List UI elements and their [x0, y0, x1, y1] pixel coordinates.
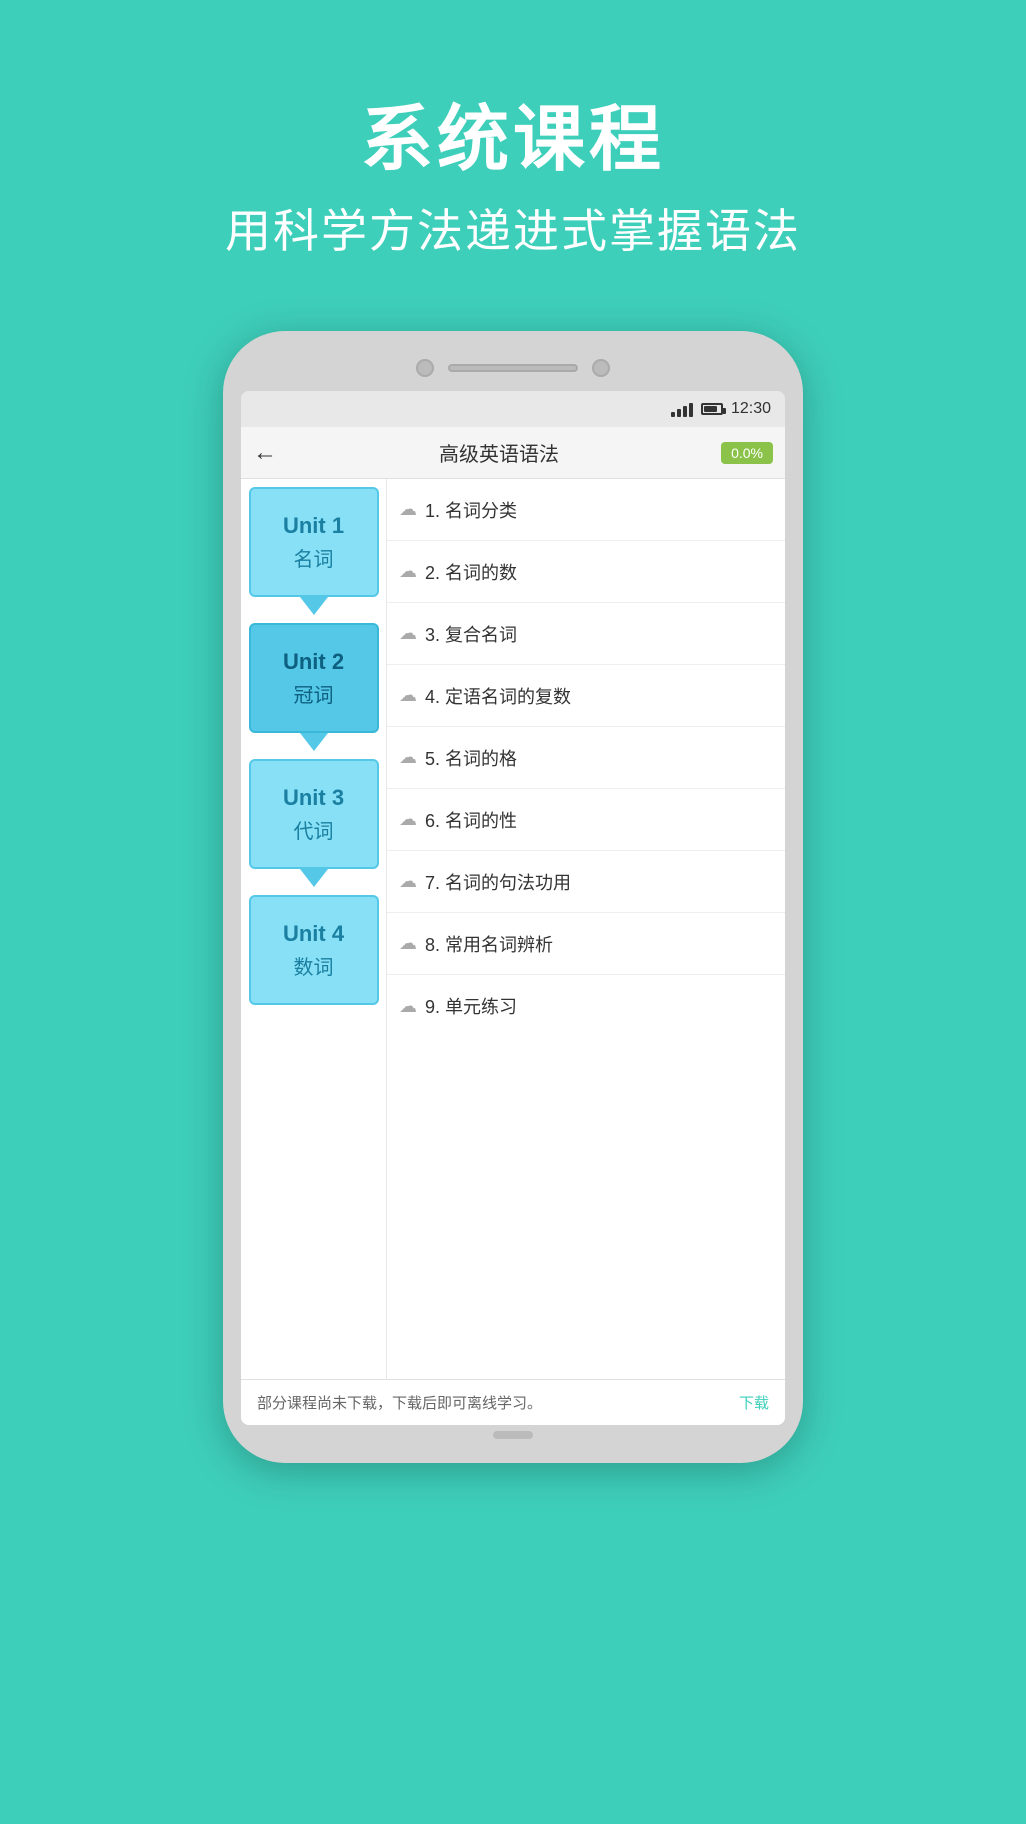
lesson-item-9[interactable]: ☁ 9. 单元练习 [387, 975, 785, 1037]
cloud-icon-8: ☁ [399, 933, 417, 954]
unit-1-label: Unit 1 [283, 513, 344, 539]
lesson-text-3: 3. 复合名词 [425, 621, 517, 647]
app-header-title: 高级英语语法 [277, 438, 721, 467]
lesson-item-5[interactable]: ☁ 5. 名词的格 [387, 727, 785, 789]
unit-block-4[interactable]: Unit 4 数词 [249, 895, 379, 1005]
lesson-text-8: 8. 常用名词辨析 [425, 931, 553, 957]
status-time: 12:30 [731, 400, 771, 418]
lesson-text-9: 9. 单元练习 [425, 993, 517, 1019]
unit-block-3[interactable]: Unit 3 代词 [249, 759, 379, 869]
page-title: 系统课程 [0, 80, 1026, 185]
cloud-icon-1: ☁ [399, 499, 417, 520]
unit-4-label: Unit 4 [283, 921, 344, 947]
progress-badge: 0.0% [721, 442, 773, 464]
content-area: Unit 1 名词 Unit 2 冠词 Unit 3 代词 [241, 479, 785, 1379]
unit-3-name: 代词 [294, 815, 334, 844]
lesson-text-7: 7. 名词的句法功用 [425, 869, 571, 895]
phone-bottom-bar [241, 1425, 785, 1445]
home-button [493, 1431, 533, 1439]
cloud-icon-2: ☁ [399, 561, 417, 582]
unit-2-name: 冠词 [294, 679, 334, 708]
lesson-item-4[interactable]: ☁ 4. 定语名词的复数 [387, 665, 785, 727]
lesson-item-2[interactable]: ☁ 2. 名词的数 [387, 541, 785, 603]
lesson-text-5: 5. 名词的格 [425, 745, 517, 771]
cloud-icon-3: ☁ [399, 623, 417, 644]
signal-icon [671, 401, 693, 417]
unit-arrow-3 [300, 869, 328, 887]
lesson-text-6: 6. 名词的性 [425, 807, 517, 833]
cloud-icon-5: ☁ [399, 747, 417, 768]
lesson-item-8[interactable]: ☁ 8. 常用名词辨析 [387, 913, 785, 975]
status-bar: 12:30 [241, 391, 785, 427]
units-sidebar: Unit 1 名词 Unit 2 冠词 Unit 3 代词 [241, 479, 386, 1379]
cloud-icon-4: ☁ [399, 685, 417, 706]
phone-speaker [448, 364, 578, 372]
app-header: ← 高级英语语法 0.0% [241, 427, 785, 479]
page-subtitle: 用科学方法递进式掌握语法 [0, 195, 1026, 261]
phone-top-bar [241, 349, 785, 391]
lesson-text-2: 2. 名词的数 [425, 559, 517, 585]
unit-2-label: Unit 2 [283, 649, 344, 675]
unit-3-label: Unit 3 [283, 785, 344, 811]
battery-icon [701, 403, 723, 415]
cloud-icon-7: ☁ [399, 871, 417, 892]
cloud-icon-6: ☁ [399, 809, 417, 830]
unit-4-name: 数词 [294, 951, 334, 980]
unit-block-2[interactable]: Unit 2 冠词 [249, 623, 379, 733]
lesson-item-6[interactable]: ☁ 6. 名词的性 [387, 789, 785, 851]
phone-mockup: 12:30 ← 高级英语语法 0.0% Unit 1 名词 [0, 331, 1026, 1463]
lesson-item-3[interactable]: ☁ 3. 复合名词 [387, 603, 785, 665]
unit-block-1[interactable]: Unit 1 名词 [249, 487, 379, 597]
download-bar: 部分课程尚未下载，下载后即可离线学习。 下载 [241, 1379, 785, 1425]
cloud-icon-9: ☁ [399, 996, 417, 1017]
unit-1-name: 名词 [294, 543, 334, 572]
lesson-text-1: 1. 名词分类 [425, 497, 517, 523]
lessons-list: ☁ 1. 名词分类 ☁ 2. 名词的数 ☁ 3. 复合名词 ☁ 4. 定语名词的… [386, 479, 785, 1379]
phone-camera-right [592, 359, 610, 377]
download-hint: 部分课程尚未下载，下载后即可离线学习。 [257, 1392, 542, 1413]
unit-arrow-1 [300, 597, 328, 615]
download-link[interactable]: 下载 [739, 1392, 769, 1413]
back-button[interactable]: ← [253, 441, 277, 465]
phone-camera [416, 359, 434, 377]
lesson-text-4: 4. 定语名词的复数 [425, 683, 571, 709]
lesson-item-7[interactable]: ☁ 7. 名词的句法功用 [387, 851, 785, 913]
lesson-item-1[interactable]: ☁ 1. 名词分类 [387, 479, 785, 541]
phone-screen: 12:30 ← 高级英语语法 0.0% Unit 1 名词 [241, 391, 785, 1425]
unit-arrow-2 [300, 733, 328, 751]
